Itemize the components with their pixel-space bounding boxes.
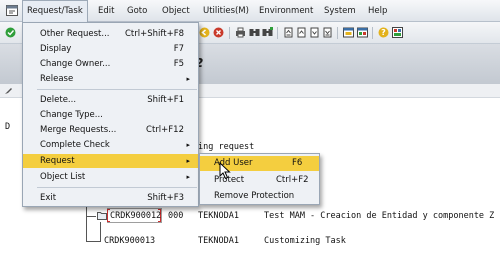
menu-separator [37, 187, 197, 188]
menu-item-shortcut: Ctrl+F2 [276, 175, 309, 185]
menu-item-label: Exit [40, 193, 57, 203]
submenu-arrow-icon: ▸ [186, 173, 190, 181]
menu-help[interactable]: Help [364, 0, 391, 22]
submenu-arrow-icon: ▸ [186, 141, 190, 149]
task-owner: TEKNODA1 [198, 236, 239, 246]
request-description: Test MAM - Creacion de Entidad y compone… [264, 211, 495, 221]
menu-item-add-user[interactable]: Add User F6 [200, 156, 319, 171]
menu-item-object-list[interactable]: Object List ▸ [23, 170, 198, 184]
menu-item-delete[interactable]: Delete... Shift+F1 [23, 93, 198, 107]
find-icon[interactable] [249, 27, 260, 38]
new-session-icon[interactable] [343, 27, 354, 38]
content-text-fragment: D [5, 122, 11, 132]
menu-item-label: Object List [40, 172, 86, 182]
menu-item-display[interactable]: Display F7 [23, 42, 198, 56]
enter-icon[interactable] [5, 27, 16, 38]
next-page-icon[interactable] [309, 27, 320, 38]
find-next-icon[interactable] [262, 27, 273, 38]
menu-goto[interactable]: Goto [123, 0, 151, 22]
task-description: Customizing Task [264, 236, 346, 246]
menu-item-request[interactable]: Request ▸ [23, 154, 198, 168]
toolbar-separator [229, 27, 230, 39]
first-page-icon[interactable] [283, 27, 294, 38]
menu-separator [37, 89, 197, 90]
menu-item-shortcut: Ctrl+Shift+F8 [125, 29, 184, 39]
tree-connector [86, 216, 96, 217]
menu-item-label: Release [40, 74, 74, 84]
menu-request-task[interactable]: Request/Task [22, 0, 88, 22]
menu-item-label: Request [40, 156, 75, 166]
menu-item-shortcut: F5 [173, 59, 184, 69]
submenu-arrow-icon: ▸ [186, 157, 190, 165]
mouse-cursor-icon [219, 162, 231, 180]
task-number[interactable]: CRDK900013 [104, 236, 155, 246]
layout-icon[interactable] [392, 27, 403, 38]
menu-item-shortcut: F7 [173, 44, 184, 54]
menu-item-release[interactable]: Release ▸ [23, 72, 198, 86]
menu-item-shortcut: F6 [292, 158, 303, 168]
display-change-icon[interactable] [4, 86, 13, 95]
last-page-icon[interactable] [322, 27, 333, 38]
tree-connector [86, 241, 100, 242]
request-submenu: Add User F6 Protect Ctrl+F2 Remove Protect… [199, 153, 320, 205]
toolbar-separator [277, 27, 278, 39]
shortcut-icon[interactable] [357, 27, 368, 38]
toolbar-separator [372, 27, 373, 39]
menu-utilities[interactable]: Utilities(M) [199, 0, 253, 22]
request-task-menu: Other Request... Ctrl+Shift+F8 Display F7 … [22, 22, 199, 207]
menu-object[interactable]: Object [158, 0, 194, 22]
request-code: 000 [168, 211, 184, 221]
cancel-icon[interactable] [213, 27, 224, 38]
menu-item-label: Change Type... [40, 110, 103, 120]
submenu-arrow-icon: ▸ [186, 75, 190, 83]
prev-page-icon[interactable] [296, 27, 307, 38]
exit-icon[interactable] [199, 27, 210, 38]
system-menu-icon[interactable] [6, 5, 18, 16]
menu-item-protect[interactable]: Protect Ctrl+F2 [200, 173, 319, 188]
menu-system[interactable]: System [320, 0, 360, 22]
menu-item-label: Merge Requests... [40, 125, 117, 135]
menu-item-shortcut: Ctrl+F12 [146, 125, 184, 135]
menu-item-remove-protection[interactable]: Remove Protection [200, 189, 319, 204]
menu-item-label: Delete... [40, 95, 77, 105]
menu-item-label: Other Request... [40, 29, 110, 39]
menu-edit[interactable]: Edit [94, 0, 118, 22]
menu-item-change-owner[interactable]: Change Owner... F5 [23, 57, 198, 71]
print-icon[interactable] [235, 27, 246, 38]
help-icon[interactable]: ? [378, 27, 389, 38]
svg-text:?: ? [381, 28, 386, 37]
menu-environment[interactable]: Environment [255, 0, 317, 22]
request-owner: TEKNODA1 [198, 211, 239, 221]
menu-item-label: Remove Protection [214, 191, 295, 201]
toolbar-separator [337, 27, 338, 39]
folder-icon[interactable] [97, 211, 107, 220]
tree-connector [100, 222, 101, 242]
menu-item-merge-requests[interactable]: Merge Requests... Ctrl+F12 [23, 123, 198, 137]
menu-bar: Request/Task Edit Goto Object Utilities(… [0, 0, 500, 22]
menu-item-complete-check[interactable]: Complete Check ▸ [23, 138, 198, 152]
request-number[interactable]: CRDK900012 [110, 211, 161, 221]
menu-item-label: Display [40, 44, 72, 54]
menu-item-exit[interactable]: Exit Shift+F3 [23, 191, 198, 205]
menu-item-other-request[interactable]: Other Request... Ctrl+Shift+F8 [23, 27, 198, 41]
menu-item-label: Change Owner... [40, 59, 111, 69]
menu-item-label: Complete Check [40, 140, 110, 150]
menu-item-change-type[interactable]: Change Type... [23, 108, 198, 122]
menu-item-shortcut: Shift+F3 [147, 193, 184, 203]
content-text-fragment: ing request [198, 142, 255, 152]
menu-item-shortcut: Shift+F1 [147, 95, 184, 105]
